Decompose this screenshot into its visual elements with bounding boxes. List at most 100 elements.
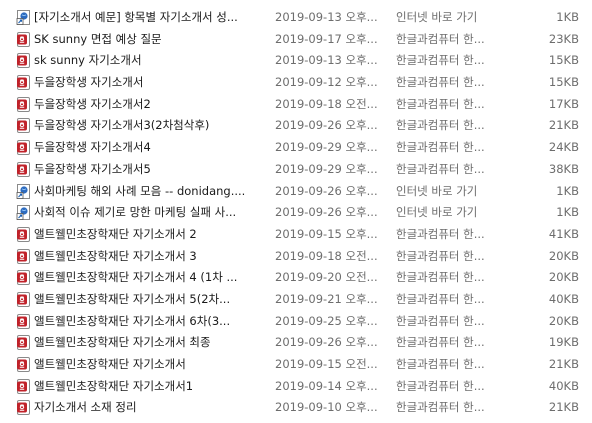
file-name[interactable]: SK sunny 면접 예상 질문 bbox=[34, 29, 262, 51]
file-name[interactable]: 앨트웰민초장학재단 자기소개서 2 bbox=[34, 224, 262, 246]
file-row[interactable]: SK sunny 면접 예상 질문 2019-09-17 오후... 한글과컴퓨터 … bbox=[0, 29, 592, 51]
file-row[interactable]: [자기소개서 예문] 항목별 자기소개서 성... 2019-09-13 오후..… bbox=[0, 7, 592, 29]
file-size: 23KB bbox=[548, 31, 579, 46]
file-row[interactable]: 두을장학생 자기소개서2 2019-09-18 오전... 한글과컴퓨터 한... 1… bbox=[0, 94, 592, 116]
hwp-document-icon bbox=[16, 31, 31, 47]
file-type: 한글과컴퓨터 한... bbox=[396, 31, 485, 46]
file-row[interactable]: 앨트웰민초장학재단 자기소개서 최종 2019-09-26 오후... 한글과컴퓨터… bbox=[0, 332, 592, 354]
file-size: 41KB bbox=[548, 226, 579, 241]
file-date-modified: 2019-09-25 오후... bbox=[275, 313, 378, 328]
file-type: 인터넷 바로 가기 bbox=[396, 205, 478, 220]
hwp-document-icon bbox=[16, 75, 31, 91]
hwp-document-icon bbox=[16, 313, 31, 329]
file-name[interactable]: 두을장학생 자기소개서3(2차첨삭후) bbox=[34, 115, 262, 137]
file-size: 15KB bbox=[548, 53, 579, 68]
file-date-modified: 2019-09-17 오후... bbox=[275, 31, 378, 46]
file-date-modified: 2019-09-13 오후... bbox=[275, 10, 378, 24]
file-date-modified: 2019-09-10 오후... bbox=[275, 400, 378, 415]
file-row[interactable]: 앨트웰민초장학재단 자기소개서 2019-09-15 오전... 한글과컴퓨터 한.… bbox=[0, 354, 592, 376]
hwp-document-icon bbox=[16, 378, 31, 394]
hwp-document-icon bbox=[16, 226, 31, 242]
file-size: 21KB bbox=[548, 357, 579, 371]
file-size: 40KB bbox=[548, 378, 579, 393]
file-row[interactable]: 앨트웰민초장학재단 자기소개서 2 2019-09-15 오후... 한글과컴퓨터 … bbox=[0, 224, 592, 246]
file-name[interactable]: 앨트웰민초장학재단 자기소개서 6차(3... bbox=[34, 311, 262, 333]
file-row[interactable]: 앨트웰민초장학재단 자기소개서 3 2019-09-18 오전... 한글과컴퓨터 … bbox=[0, 246, 592, 268]
hwp-document-icon bbox=[16, 53, 31, 69]
file-type: 한글과컴퓨터 한... bbox=[396, 357, 485, 371]
file-type: 한글과컴퓨터 한... bbox=[396, 335, 485, 350]
file-date-modified: 2019-09-20 오전... bbox=[275, 270, 378, 285]
file-row[interactable]: 앨트웰민초장학재단 자기소개서1 2019-09-14 오후... 한글과컴퓨터 한… bbox=[0, 376, 592, 398]
internet-shortcut-icon bbox=[16, 205, 31, 221]
file-date-modified: 2019-09-26 오후... bbox=[275, 335, 378, 350]
file-row[interactable]: 앨트웰민초장학재단 자기소개서 4 (1차 ... 2019-09-20 오전..… bbox=[0, 267, 592, 289]
file-name[interactable]: 앨트웰민초장학재단 자기소개서 bbox=[34, 354, 262, 376]
file-date-modified: 2019-09-26 오후... bbox=[275, 183, 378, 198]
file-name[interactable]: 사회적 이슈 제기로 망한 마케팅 실패 사... bbox=[34, 202, 262, 224]
file-type: 한글과컴퓨터 한... bbox=[396, 270, 485, 285]
hwp-document-icon bbox=[16, 335, 31, 351]
file-date-modified: 2019-09-26 오후... bbox=[275, 205, 378, 220]
internet-shortcut-icon bbox=[16, 183, 31, 199]
file-row[interactable]: 두을장학생 자기소개서 2019-09-12 오후... 한글과컴퓨터 한... 15… bbox=[0, 72, 592, 94]
file-date-modified: 2019-09-15 오전... bbox=[275, 357, 378, 371]
file-name[interactable]: 자기소개서 소재 정리 bbox=[34, 397, 262, 419]
file-size: 1KB bbox=[556, 10, 579, 24]
file-size: 38KB bbox=[548, 161, 579, 176]
file-type: 한글과컴퓨터 한... bbox=[396, 400, 485, 415]
hwp-document-icon bbox=[16, 161, 31, 177]
file-name[interactable]: 사회마케팅 해외 사례 모음 -- donidang.... bbox=[34, 181, 262, 203]
file-type: 한글과컴퓨터 한... bbox=[396, 161, 485, 176]
hwp-document-icon bbox=[16, 118, 31, 134]
file-type: 한글과컴퓨터 한... bbox=[396, 96, 485, 111]
file-type: 인터넷 바로 가기 bbox=[396, 10, 478, 24]
file-row[interactable]: 두을장학생 자기소개서4 2019-09-29 오후... 한글과컴퓨터 한... 2… bbox=[0, 137, 592, 159]
file-type: 한글과컴퓨터 한... bbox=[396, 118, 485, 133]
file-row[interactable]: 앨트웰민초장학재단 자기소개서 6차(3... 2019-09-25 오후... 한… bbox=[0, 311, 592, 333]
file-type: 한글과컴퓨터 한... bbox=[396, 313, 485, 328]
file-row[interactable]: 두을장학생 자기소개서5 2019-09-29 오후... 한글과컴퓨터 한... 3… bbox=[0, 159, 592, 181]
file-date-modified: 2019-09-21 오후... bbox=[275, 291, 378, 306]
file-type: 인터넷 바로 가기 bbox=[396, 183, 478, 198]
file-date-modified: 2019-09-29 오후... bbox=[275, 140, 378, 155]
file-row[interactable]: 자기소개서 소재 정리 2019-09-10 오후... 한글과컴퓨터 한... 21… bbox=[0, 397, 592, 419]
hwp-document-icon bbox=[16, 400, 31, 416]
file-date-modified: 2019-09-18 오전... bbox=[275, 248, 378, 263]
file-name[interactable]: 두을장학생 자기소개서4 bbox=[34, 137, 262, 159]
file-name[interactable]: sk sunny 자기소개서 bbox=[34, 50, 262, 72]
file-size: 17KB bbox=[548, 96, 579, 111]
file-size: 15KB bbox=[548, 75, 579, 90]
file-size: 40KB bbox=[548, 291, 579, 306]
file-name[interactable]: 두을장학생 자기소개서 bbox=[34, 72, 262, 94]
file-row[interactable]: 앨트웰민초장학재단 자기소개서 5(2차... 2019-09-21 오후... 한… bbox=[0, 289, 592, 311]
file-name[interactable]: 앨트웰민초장학재단 자기소개서 최종 bbox=[34, 332, 262, 354]
file-row[interactable]: sk sunny 자기소개서 2019-09-13 오후... 한글과컴퓨터 한..… bbox=[0, 50, 592, 72]
file-name[interactable]: 두을장학생 자기소개서5 bbox=[34, 159, 262, 181]
hwp-document-icon bbox=[16, 291, 31, 307]
file-size: 21KB bbox=[548, 400, 579, 415]
file-date-modified: 2019-09-26 오후... bbox=[275, 118, 378, 133]
file-date-modified: 2019-09-12 오후... bbox=[275, 75, 378, 90]
file-date-modified: 2019-09-18 오전... bbox=[275, 96, 378, 111]
file-row[interactable]: 사회적 이슈 제기로 망한 마케팅 실패 사... 2019-09-26 오후..… bbox=[0, 202, 592, 224]
file-type: 한글과컴퓨터 한... bbox=[396, 53, 485, 68]
file-type: 한글과컴퓨터 한... bbox=[396, 248, 485, 263]
file-name[interactable]: 두을장학생 자기소개서2 bbox=[34, 94, 262, 116]
file-size: 19KB bbox=[548, 335, 579, 350]
hwp-document-icon bbox=[16, 140, 31, 156]
file-name[interactable]: 앨트웰민초장학재단 자기소개서 3 bbox=[34, 246, 262, 268]
file-name[interactable]: 앨트웰민초장학재단 자기소개서 4 (1차 ... bbox=[34, 267, 262, 289]
file-type: 한글과컴퓨터 한... bbox=[396, 378, 485, 393]
file-row[interactable]: 두을장학생 자기소개서3(2차첨삭후) 2019-09-26 오후... 한글과컴퓨… bbox=[0, 115, 592, 137]
file-name[interactable]: 앨트웰민초장학재단 자기소개서1 bbox=[34, 376, 262, 398]
hwp-document-icon bbox=[16, 357, 31, 372]
file-size: 20KB bbox=[548, 313, 579, 328]
hwp-document-icon bbox=[16, 248, 31, 264]
file-row[interactable]: 사회마케팅 해외 사례 모음 -- donidang.... 2019-09-26… bbox=[0, 181, 592, 203]
file-name[interactable]: [자기소개서 예문] 항목별 자기소개서 성... bbox=[34, 7, 262, 29]
file-type: 한글과컴퓨터 한... bbox=[396, 291, 485, 306]
file-name[interactable]: 앨트웰민초장학재단 자기소개서 5(2차... bbox=[34, 289, 262, 311]
file-list: [자기소개서 예문] 항목별 자기소개서 성... 2019-09-13 오후..… bbox=[0, 0, 592, 423]
file-size: 20KB bbox=[548, 248, 579, 263]
